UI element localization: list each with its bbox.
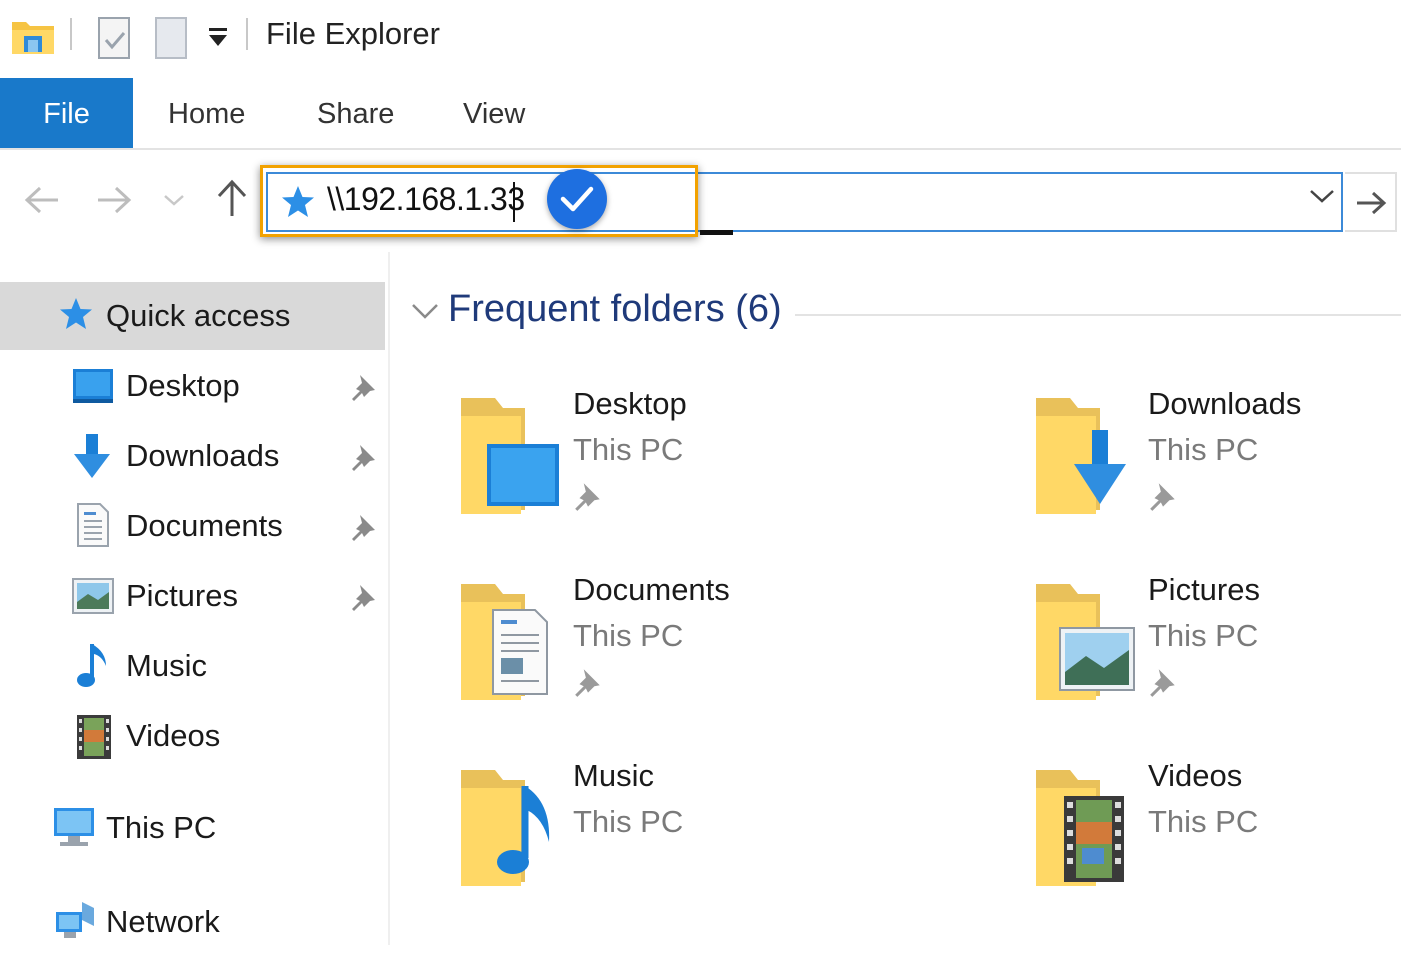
back-arrow-icon[interactable] — [22, 184, 60, 216]
folder-name: Videos — [1148, 758, 1243, 793]
nav-item-videos[interactable]: Videos — [126, 704, 220, 768]
checkmark-icon — [560, 186, 594, 212]
tab-home[interactable]: Home — [168, 78, 245, 148]
folder-location: This PC — [573, 432, 684, 467]
folder-tile-desktop[interactable]: Desktop This PC — [455, 380, 935, 530]
section-divider — [795, 314, 1401, 316]
pin-icon — [575, 669, 600, 697]
pin-icon[interactable] — [350, 512, 378, 542]
folder-tile-documents[interactable]: Documents This PC — [455, 566, 935, 716]
folder-tile-music[interactable]: Music This PC — [455, 752, 935, 902]
check-badge — [547, 169, 607, 229]
ribbon-tabs: File Home Share View — [0, 78, 1401, 150]
folder-location: This PC — [1148, 618, 1259, 653]
music-icon — [77, 644, 106, 687]
nav-item-pictures[interactable]: Pictures — [126, 564, 238, 628]
nav-item-network[interactable]: Network — [106, 890, 220, 954]
forward-arrow-icon[interactable] — [96, 184, 134, 216]
quick-access-toolbar-separator — [70, 18, 72, 50]
folder-location: This PC — [573, 804, 684, 839]
documents-folder-icon — [461, 584, 548, 700]
title-separator — [246, 18, 248, 50]
folder-location: This PC — [1148, 804, 1259, 839]
folder-tile-videos[interactable]: Videos This PC — [1030, 752, 1401, 902]
text-caret — [513, 182, 515, 222]
folder-name: Pictures — [1148, 572, 1260, 607]
documents-icon — [77, 503, 109, 547]
window-title: File Explorer — [266, 16, 440, 51]
nav-label-quick-access: Quick access — [106, 298, 291, 333]
folder-name: Downloads — [1148, 386, 1302, 421]
folder-location: This PC — [1148, 432, 1259, 467]
this-pc-icon — [54, 808, 94, 846]
new-folder-icon[interactable] — [154, 16, 190, 60]
pin-icon — [1150, 483, 1175, 511]
up-arrow-icon[interactable] — [215, 178, 249, 218]
videos-folder-icon — [1036, 770, 1124, 886]
pictures-icon — [72, 578, 114, 614]
go-button[interactable] — [1345, 172, 1397, 232]
downloads-folder-icon — [1036, 398, 1126, 514]
customize-toolbar-dropdown-icon[interactable] — [206, 26, 230, 50]
tab-view[interactable]: View — [463, 78, 525, 148]
pin-icon[interactable] — [350, 582, 378, 612]
section-title[interactable]: Frequent folders (6) — [448, 288, 782, 331]
pin-icon[interactable] — [350, 442, 378, 472]
music-folder-icon — [461, 770, 550, 886]
pin-icon — [575, 483, 600, 511]
tab-file[interactable]: File — [0, 78, 133, 148]
file-explorer-app-icon — [12, 22, 54, 54]
quick-access-star-icon — [282, 186, 314, 217]
pin-icon — [1150, 669, 1175, 697]
folder-name: Desktop — [573, 386, 687, 421]
videos-icon — [77, 715, 111, 759]
downloads-icon — [74, 434, 110, 478]
nav-item-downloads[interactable]: Downloads — [126, 424, 279, 488]
folder-tile-pictures[interactable]: Pictures This PC — [1030, 566, 1401, 716]
folder-location: This PC — [573, 618, 684, 653]
desktop-icon — [73, 369, 113, 403]
folder-name: Music — [573, 758, 654, 793]
recent-locations-chevron-icon[interactable] — [163, 192, 185, 208]
properties-icon[interactable] — [97, 16, 133, 60]
nav-item-documents[interactable]: Documents — [126, 494, 283, 558]
desktop-folder-icon — [461, 398, 559, 514]
nav-item-music[interactable]: Music — [126, 634, 207, 698]
nav-item-this-pc[interactable]: This PC — [106, 796, 216, 860]
title-bar: File Explorer — [0, 0, 1401, 78]
address-input[interactable]: \\192.168.1.33 — [327, 181, 525, 218]
network-icon — [56, 902, 94, 938]
collapse-chevron-icon[interactable] — [410, 300, 440, 322]
nav-item-desktop[interactable]: Desktop — [126, 354, 240, 418]
folder-tile-downloads[interactable]: Downloads This PC — [1030, 380, 1401, 530]
folder-name: Documents — [573, 572, 730, 607]
pin-icon[interactable] — [350, 372, 378, 402]
quick-access-star-icon — [60, 298, 92, 329]
pictures-folder-icon — [1036, 584, 1135, 700]
tab-share[interactable]: Share — [317, 78, 394, 148]
go-arrow-icon — [1357, 191, 1387, 215]
address-dropdown-chevron-icon[interactable] — [1308, 186, 1336, 206]
address-underline — [700, 230, 733, 235]
